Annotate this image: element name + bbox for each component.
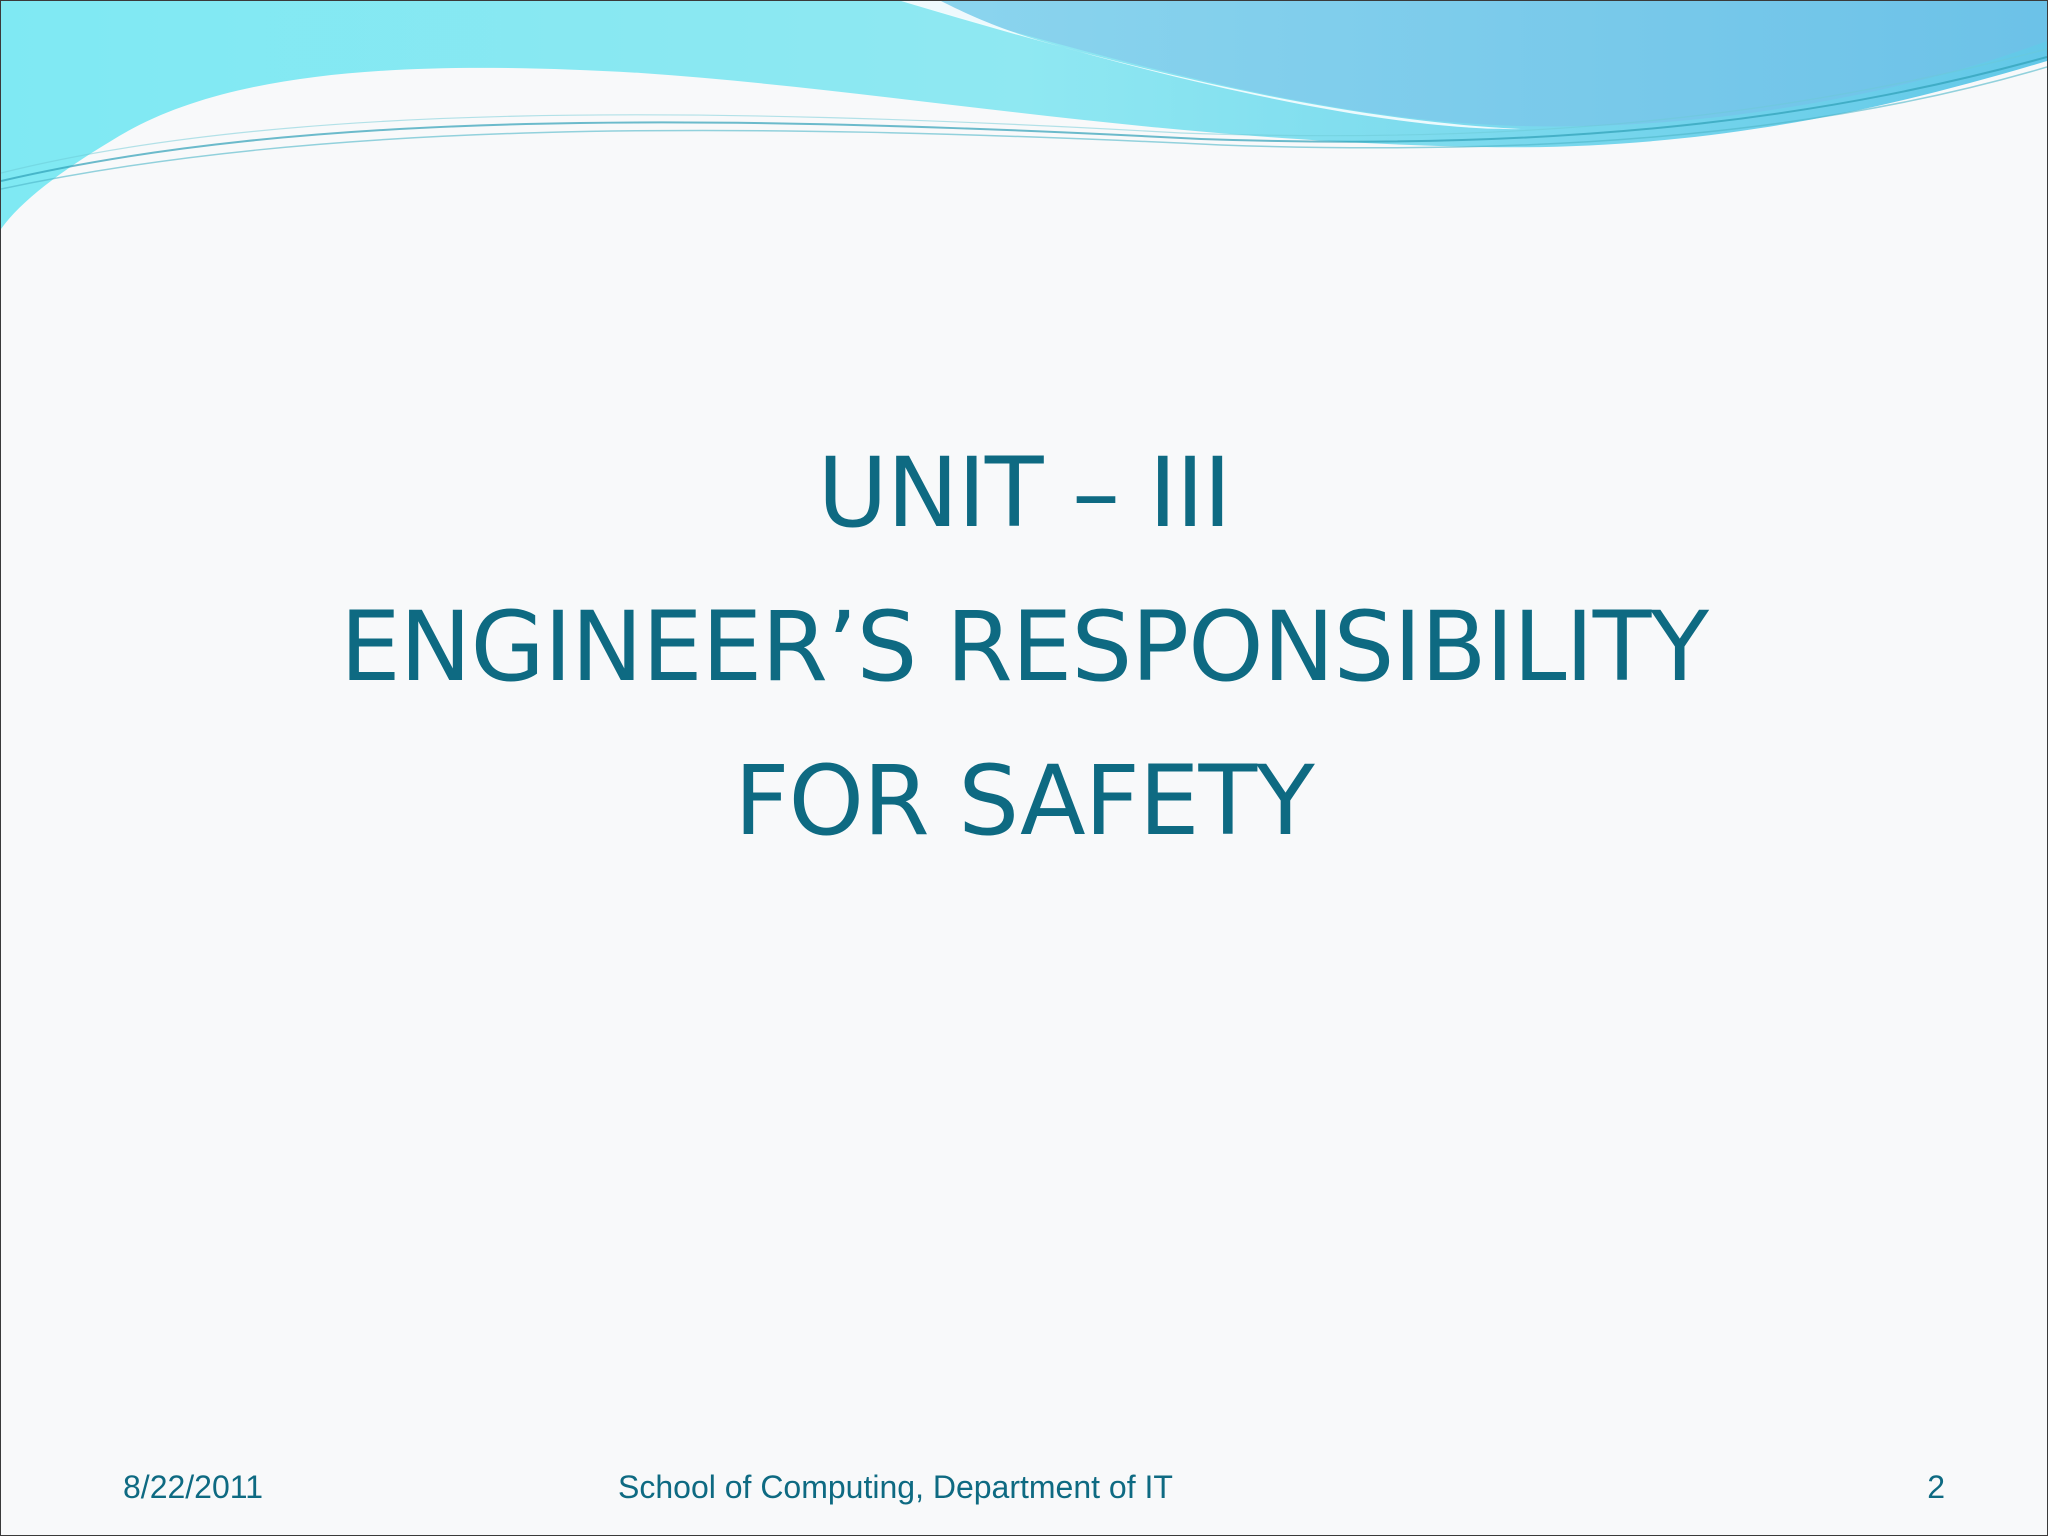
decorative-wave-header (1, 1, 2047, 229)
footer-page-number: 2 (1927, 1469, 1945, 1505)
title-line-unit: UNIT – III (817, 437, 1232, 549)
title-line-topic: ENGINEER’S RESPONSIBILITY (339, 591, 1709, 703)
footer-department: School of Computing, Department of IT (618, 1469, 1173, 1505)
slide-title: UNIT – III ENGINEER’S RESPONSIBILITY FOR… (1, 416, 2047, 878)
slide: UNIT – III ENGINEER’S RESPONSIBILITY FOR… (0, 0, 2048, 1536)
title-line-subtopic: FOR SAFETY (734, 745, 1315, 857)
footer-date: 8/22/2011 (123, 1469, 263, 1505)
